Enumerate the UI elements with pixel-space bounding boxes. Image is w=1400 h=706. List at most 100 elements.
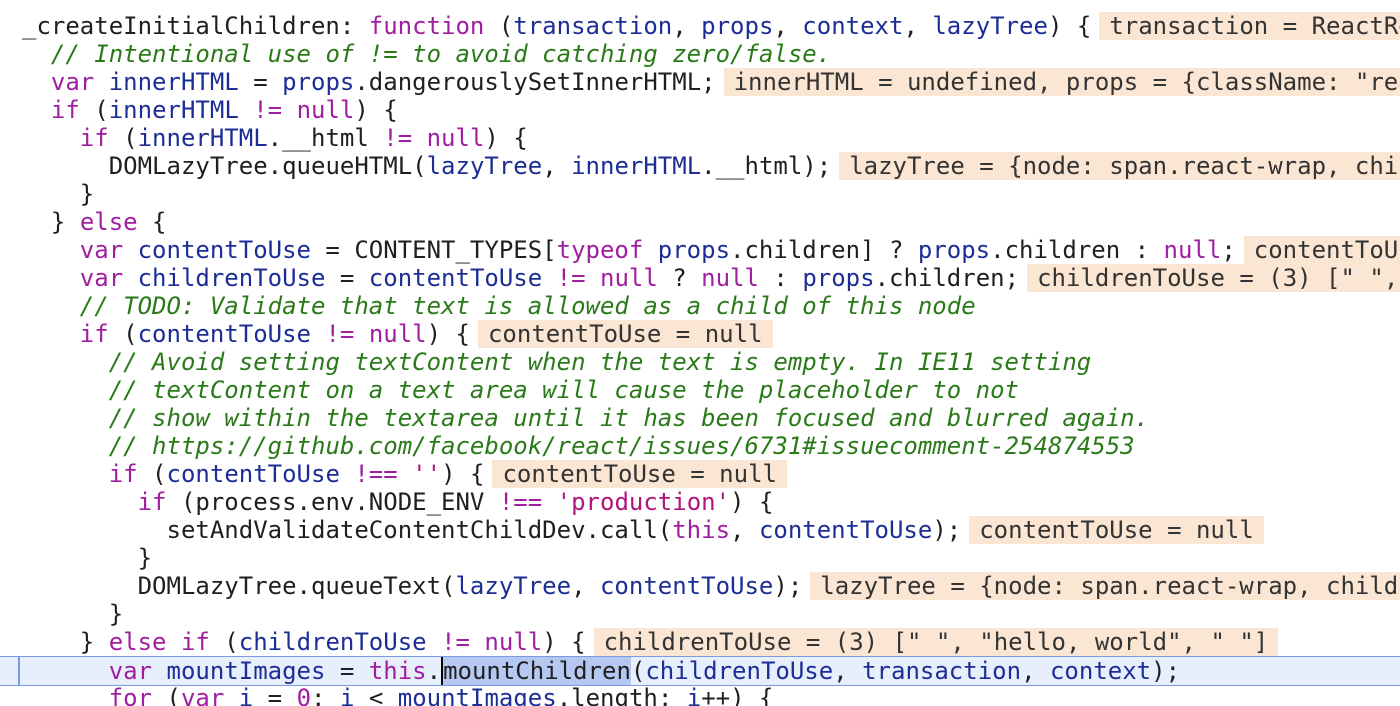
code-token: (	[209, 628, 239, 656]
code-line[interactable]: }	[0, 600, 1400, 628]
code-token: =	[325, 264, 369, 292]
code-token: this	[368, 657, 427, 685]
code-token: innerHTML	[108, 68, 239, 96]
inline-variable-value[interactable]: childrenToUse = (3) [" ", "hello, world"…	[593, 628, 1279, 656]
inline-variable-value[interactable]: contentToUse = null	[969, 516, 1264, 544]
code-text: // show within the textarea until it has…	[22, 404, 1149, 432]
code-token: setAndValidateContentChildDev.call(	[166, 516, 673, 544]
code-line[interactable]: if (contentToUse != null) {contentToUse …	[0, 320, 1400, 348]
code-text: var mountImages = this.mountChildren(chi…	[22, 657, 1180, 685]
code-text: if (contentToUse !== '') {contentToUse =…	[22, 460, 787, 488]
code-text: }	[22, 600, 123, 628]
code-line[interactable]: }	[0, 544, 1400, 572]
code-token: function	[368, 12, 485, 40]
code-token: ,	[672, 12, 702, 40]
code-editor[interactable]: _createInitialChildren: function ( transa…	[0, 0, 1400, 706]
code-token: ) {	[354, 96, 398, 124]
code-text: setAndValidateContentChildDev.call(this,…	[22, 516, 1264, 544]
code-token: lazyTree	[932, 12, 1048, 40]
code-token: i	[238, 684, 254, 706]
code-token: = CONTENT_TYPES[	[310, 236, 557, 264]
inline-variable-value[interactable]: lazyTree = {node: span.react-wrap, child…	[839, 152, 1400, 180]
code-token: i	[686, 684, 702, 706]
code-token: contentToUse	[137, 236, 311, 264]
code-token: contentToUse	[758, 516, 933, 544]
inline-variable-value[interactable]: contentToUse = null	[1243, 236, 1400, 264]
code-token: var	[108, 657, 167, 685]
code-line[interactable]: var innerHTML = props.dangerouslySetInne…	[0, 68, 1400, 96]
code-token: !==	[498, 488, 543, 516]
code-line[interactable]: // Avoid setting textContent when the te…	[0, 348, 1400, 376]
code-line[interactable]: // https://github.com/facebook/react/iss…	[0, 432, 1400, 460]
code-token: (	[108, 320, 138, 348]
code-token: .dangerouslySetInnerHTML;	[354, 68, 716, 96]
code-line[interactable]: if (innerHTML.__html != null) {	[0, 124, 1400, 152]
code-token: lazyTree	[426, 152, 543, 180]
code-token: .__html	[267, 124, 384, 152]
inline-variable-value[interactable]: childrenToUse = (3) [" ", "hello, world"…	[1027, 264, 1400, 292]
code-line[interactable]: }	[0, 180, 1400, 208]
code-text: var innerHTML = props.dangerouslySetInne…	[22, 68, 1400, 96]
inline-variable-value[interactable]: contentToUse = null	[492, 460, 787, 488]
code-line[interactable]: } else if (childrenToUse != null) {child…	[0, 628, 1400, 656]
code-line[interactable]: DOMLazyTree.queueText(lazyTree, contentT…	[0, 572, 1400, 600]
code-line[interactable]: // TODO: Validate that text is allowed a…	[0, 292, 1400, 320]
code-token: childrenToUse	[238, 628, 427, 656]
code-token: !=	[383, 124, 413, 152]
code-token: !==	[354, 460, 398, 488]
code-token: ;	[311, 684, 340, 706]
code-token: <	[354, 684, 398, 706]
code-token: // https://github.com/facebook/react/iss…	[108, 432, 1135, 460]
code-token: // Intentional use of != to avoid catchi…	[50, 40, 832, 68]
code-token: ,	[903, 12, 933, 40]
code-line[interactable]: var contentToUse = CONTENT_TYPES[typeof …	[0, 236, 1400, 264]
code-token: (	[152, 684, 181, 706]
inline-variable-value[interactable]: contentToUse = null	[477, 320, 773, 348]
code-line[interactable]: if (contentToUse !== '') {contentToUse =…	[0, 460, 1400, 488]
code-token: context	[802, 12, 904, 40]
code-token: childrenToUse	[137, 264, 326, 292]
code-text: for (var i = 0; i < mountImages.length; …	[22, 684, 774, 706]
code-token: _createInitialChildren:	[22, 12, 369, 40]
code-line[interactable]: if (process.env.NODE_ENV !== 'production…	[0, 488, 1400, 516]
code-line[interactable]: _createInitialChildren: function (transa…	[0, 12, 1400, 40]
code-token: !=	[325, 320, 355, 348]
code-token: ) {	[441, 460, 485, 488]
code-token: innerHTML	[137, 124, 268, 152]
code-token: childrenToUse	[645, 657, 834, 685]
code-token: transaction	[862, 657, 1022, 685]
inline-variable-value[interactable]: transaction = ReactReconcileTransaction	[1099, 12, 1400, 40]
code-line[interactable]: var childrenToUse = contentToUse != null…	[0, 264, 1400, 292]
code-text: } else if (childrenToUse != null) {child…	[22, 628, 1279, 656]
selected-token: mountChildren	[441, 657, 631, 685]
code-line[interactable]: setAndValidateContentChildDev.call(this,…	[0, 516, 1400, 544]
code-line[interactable]: // textContent on a text area will cause…	[0, 376, 1400, 404]
inline-variable-value[interactable]: innerHTML = undefined, props = {classNam…	[723, 68, 1400, 96]
current-execution-line[interactable]: var mountImages = this.mountChildren(chi…	[0, 656, 1400, 686]
inline-variable-value[interactable]: lazyTree = {node: span.react-wrap, child…	[810, 572, 1400, 600]
code-line[interactable]: DOMLazyTree.queueHTML(lazyTree, innerHTM…	[0, 152, 1400, 180]
code-token: (	[630, 657, 646, 685]
code-line[interactable]: for (var i = 0; i < mountImages.length; …	[0, 684, 1400, 706]
code-line[interactable]: // Intentional use of != to avoid catchi…	[0, 40, 1400, 68]
code-line[interactable]: } else {	[0, 208, 1400, 236]
code-token: (	[79, 96, 109, 124]
code-text: _createInitialChildren: function (transa…	[22, 12, 1400, 40]
code-token: DOMLazyTree.queueHTML(	[108, 152, 427, 180]
code-text: var contentToUse = CONTENT_TYPES[typeof …	[22, 236, 1400, 264]
code-token: !=	[253, 96, 283, 124]
code-token: contentToUse	[368, 264, 543, 292]
code-line[interactable]: // show within the textarea until it has…	[0, 404, 1400, 432]
code-token: props	[282, 68, 355, 96]
code-text: // Avoid setting textContent when the te…	[22, 348, 1092, 376]
code-token: this	[672, 516, 731, 544]
code-token: props	[701, 12, 774, 40]
code-line[interactable]: if (innerHTML != null) {	[0, 96, 1400, 124]
code-token: }	[79, 180, 95, 208]
code-token: ,	[542, 152, 572, 180]
code-token: (	[108, 124, 138, 152]
code-token: }	[137, 544, 153, 572]
